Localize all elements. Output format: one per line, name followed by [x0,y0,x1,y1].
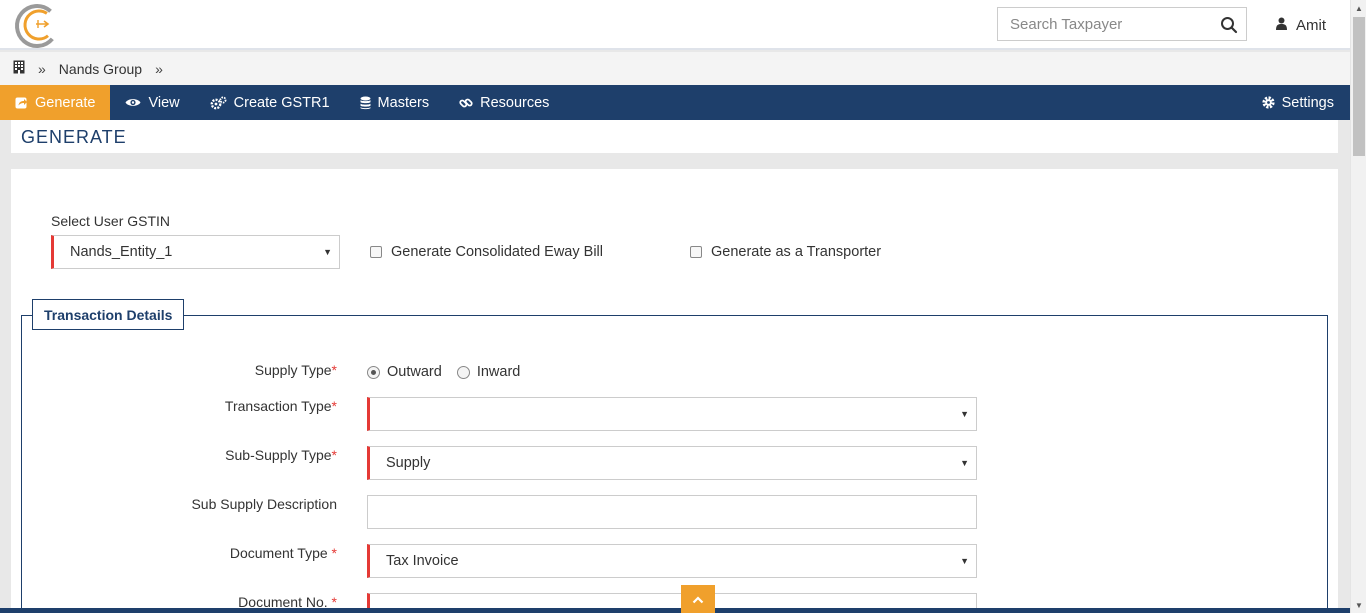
inward-label[interactable]: Inward [477,364,521,380]
search-icon[interactable] [1220,16,1238,34]
nav-label: Create GSTR1 [233,94,330,111]
nav-view[interactable]: View [110,85,194,120]
consolidated-label: Generate Consolidated Eway Bill [391,244,603,260]
nav-label: View [148,94,180,111]
link-icon [459,96,473,110]
gstin-select[interactable]: Nands_Entity_1 ▼ [51,235,340,269]
nav-create-gstr1[interactable]: Create GSTR1 [195,85,345,120]
nav-generate[interactable]: Generate [0,85,111,120]
sub-supply-type-value: Supply [386,455,431,471]
supply-inward-radio[interactable] [456,365,470,379]
required-mark: * [331,545,337,561]
nav-label: Masters [377,94,430,111]
nav-label: Generate [35,94,96,111]
breadcrumb: » Nands Group » [0,52,1350,85]
transporter-checkbox[interactable]: Generate as a Transporter [690,244,881,260]
nav-masters[interactable]: Masters [345,85,445,120]
dropdown-caret-icon: ▼ [960,409,969,419]
page-title-bar: GENERATE [11,120,1338,153]
gears-icon [210,96,227,110]
label-text: Supply Type [254,362,332,378]
database-icon [360,96,371,110]
label-text: Document Type [229,545,328,561]
nav-resources[interactable]: Resources [444,85,564,120]
document-type-select[interactable]: Tax Invoice ▼ [367,544,977,578]
dropdown-caret-icon: ▼ [323,247,332,257]
supply-type-label: Supply Type* [107,362,337,378]
scrollbar-thumb[interactable] [1353,17,1365,156]
breadcrumb-separator: » [155,60,163,77]
scroll-to-top-button[interactable] [681,585,715,613]
supply-type-radios: Outward Inward [367,364,520,380]
sub-supply-description-label: Sub Supply Description [191,496,337,512]
required-mark: * [331,447,337,463]
transaction-type-select[interactable]: ▼ [367,397,977,431]
top-bar: Amit [0,0,1350,50]
taxpayer-search [997,7,1247,41]
checkbox-box[interactable] [370,246,382,258]
user-name: Amit [1296,16,1326,34]
search-input[interactable] [998,8,1208,40]
user-menu[interactable]: Amit [1276,15,1326,35]
required-mark: * [331,362,337,378]
supply-outward-radio[interactable] [367,365,380,379]
nav-label: Resources [480,94,550,111]
consolidated-ewaybill-checkbox[interactable]: Generate Consolidated Eway Bill [370,244,603,260]
page-title: GENERATE [21,127,127,147]
document-type-value: Tax Invoice [386,553,459,569]
scroll-down-arrow-icon[interactable]: ▼ [1351,597,1366,613]
sub-supply-type-label: Sub-Supply Type* [107,447,337,463]
document-type-label: Document Type * [107,545,337,561]
footer-strip [0,608,1350,613]
checkbox-box[interactable] [690,246,702,258]
main-nav: Generate View Create GSTR1 Masters Resou… [0,85,1350,120]
gear-icon [1261,96,1275,109]
transporter-label: Generate as a Transporter [711,244,882,260]
company-logo[interactable] [14,3,60,49]
page-scrollbar[interactable]: ▲ ▼ [1350,0,1366,613]
label-text: Transaction Type [224,398,332,414]
eye-icon [125,97,141,108]
gstin-value: Nands_Entity_1 [70,244,173,260]
chevron-up-icon [692,591,704,607]
breadcrumb-separator: » [38,60,46,77]
label-text: Sub-Supply Type [225,447,332,463]
user-icon [1276,17,1287,34]
gstin-label: Select User GSTIN [51,213,171,229]
building-icon[interactable] [13,60,25,77]
settings-label: Settings [1281,94,1334,111]
sub-supply-description-input[interactable] [367,495,977,529]
transaction-type-label: Transaction Type* [107,398,337,414]
scroll-up-arrow-icon[interactable]: ▲ [1351,0,1366,16]
breadcrumb-item-group[interactable]: Nands Group [59,61,142,77]
nav-settings[interactable]: Settings [1247,85,1350,120]
dropdown-caret-icon: ▼ [960,458,969,468]
sub-supply-type-select[interactable]: Supply ▼ [367,446,977,480]
section-title: Transaction Details [32,299,185,330]
required-mark: * [331,398,337,414]
outward-label[interactable]: Outward [387,364,442,380]
dropdown-caret-icon: ▼ [960,556,969,566]
share-square-icon [15,96,28,109]
generate-form: Select User GSTIN Nands_Entity_1 ▼ Gener… [11,169,1338,613]
